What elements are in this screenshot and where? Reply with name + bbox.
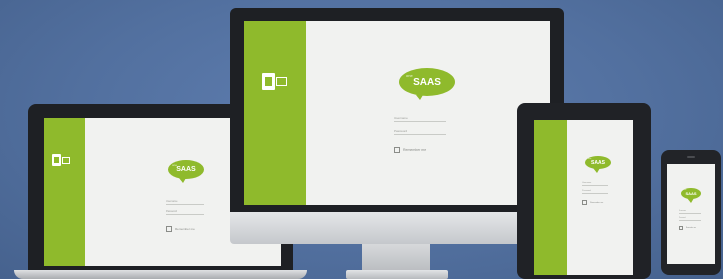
saas-logo: one SAAS: [399, 68, 455, 100]
saas-logo: one SAAS: [168, 160, 204, 183]
phone-device: one SAAS Username Password Remember me: [661, 150, 721, 275]
password-field[interactable]: Password: [394, 126, 446, 135]
phone-screen: one SAAS Username Password Remember me: [667, 164, 715, 264]
checkbox-icon: [166, 226, 172, 232]
username-field[interactable]: Username: [166, 198, 204, 205]
desktop-screen: one SAAS Username Password Remember me: [244, 21, 550, 205]
password-field[interactable]: Password: [582, 189, 608, 194]
saas-logo: one SAAS: [681, 188, 701, 203]
monitor-stand-base: [346, 270, 448, 279]
tablet-device: one SAAS Username Password Remember me: [517, 103, 651, 279]
desktop-monitor-device: one SAAS Username Password Remember me: [230, 8, 564, 279]
username-field[interactable]: Username: [582, 181, 608, 186]
remember-checkbox[interactable]: Remember me: [582, 200, 603, 205]
password-field[interactable]: Password: [166, 208, 204, 215]
remember-checkbox[interactable]: Remember me: [394, 147, 426, 153]
username-field[interactable]: Username: [394, 113, 446, 122]
username-field[interactable]: Username: [679, 210, 701, 214]
tablet-screen: one SAAS Username Password Remember me: [534, 120, 633, 275]
monitor-stand: [362, 244, 430, 272]
remember-checkbox[interactable]: Remember me: [679, 226, 696, 230]
saas-logo: one SAAS: [585, 156, 611, 173]
checkbox-icon: [582, 200, 587, 205]
password-field[interactable]: Password: [679, 217, 701, 221]
checkbox-icon: [394, 147, 400, 153]
monitor-chin: [230, 212, 564, 244]
checkbox-icon: [679, 226, 683, 230]
remember-checkbox[interactable]: Remember me: [166, 226, 195, 232]
